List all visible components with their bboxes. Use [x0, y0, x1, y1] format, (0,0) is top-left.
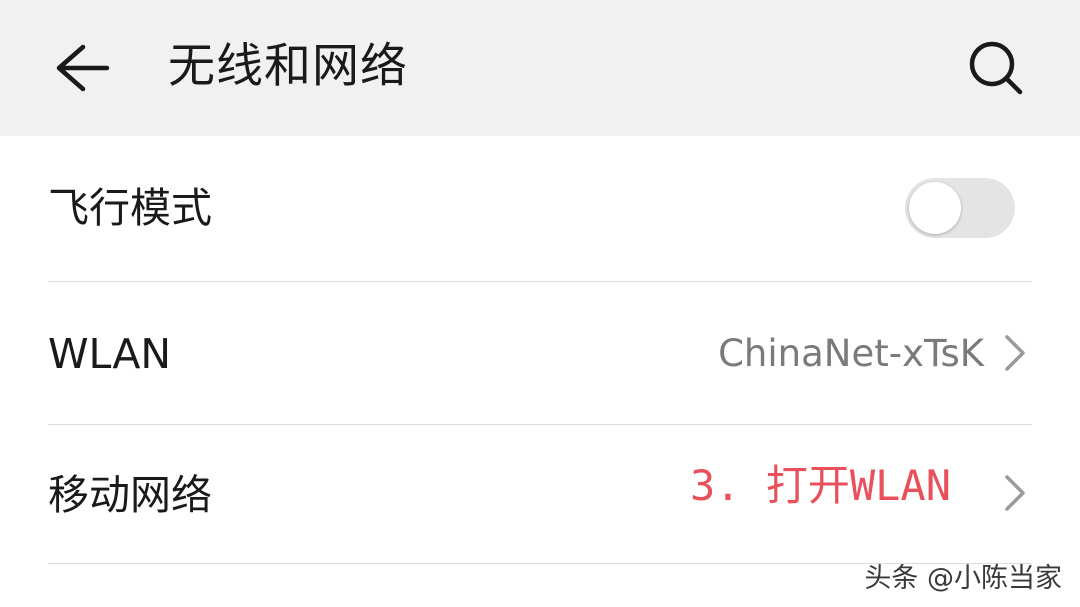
- wlan-row[interactable]: WLAN ChinaNet-xTsK: [0, 282, 1080, 424]
- wlan-label: WLAN: [48, 330, 172, 378]
- airplane-mode-toggle[interactable]: [905, 178, 1015, 238]
- chevron-right-icon: [1005, 335, 1025, 371]
- toggle-knob: [909, 182, 961, 234]
- page-title: 无线和网络: [168, 39, 408, 94]
- mobile-network-label: 移动网络: [48, 471, 212, 519]
- arrow-left-icon: [56, 44, 110, 92]
- airplane-mode-label: 飞行模式: [48, 184, 212, 232]
- chevron-right-icon: [1005, 475, 1025, 511]
- wlan-network-name: ChinaNet-xTsK: [718, 332, 984, 375]
- app-bar: 无线和网络: [0, 0, 1080, 136]
- tutorial-annotation: 3. 打开WLAN: [690, 461, 952, 510]
- mobile-network-chevron: [998, 471, 1032, 515]
- settings-screen: 无线和网络 飞行模式 WLAN ChinaNet-xTsK 移动网络 3. 打开…: [0, 0, 1080, 607]
- search-button[interactable]: [954, 28, 1038, 108]
- back-button[interactable]: [40, 28, 124, 108]
- search-icon: [969, 41, 1023, 95]
- watermark: 头条 @小陈当家: [864, 563, 1062, 594]
- wlan-chevron: [998, 331, 1032, 375]
